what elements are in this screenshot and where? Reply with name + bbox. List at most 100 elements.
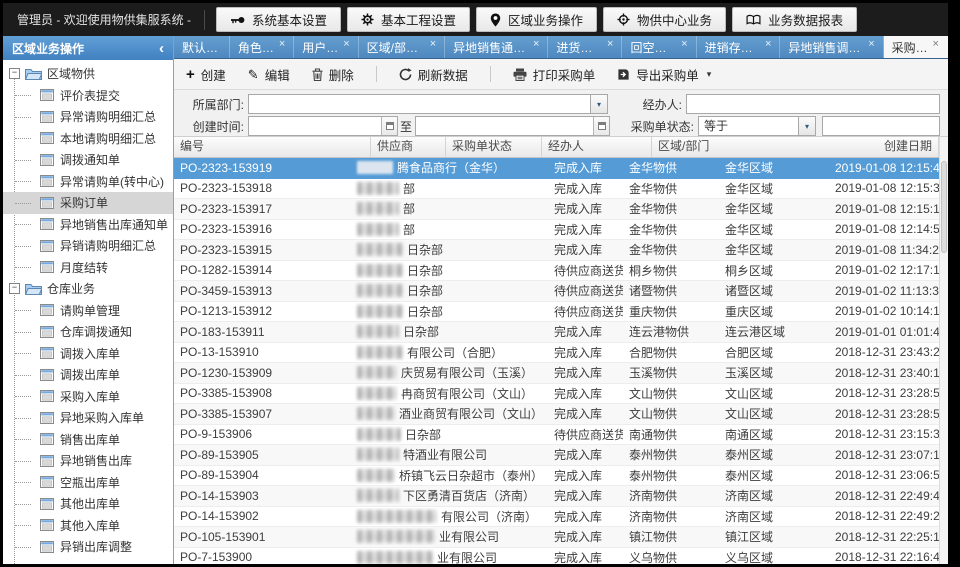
system-settings-button[interactable]: 系统基本设置 xyxy=(216,7,341,32)
table-row[interactable]: PO-89-153905 特酒业有限公司 完成入库 泰州物供 泰州区域 2018… xyxy=(174,445,939,466)
business-reports-button[interactable]: 业务数据报表 xyxy=(732,7,857,32)
table-row[interactable]: PO-1282-153914 日杂部 待供应商送货 桐乡物供 桐乡区域 2019… xyxy=(174,261,939,282)
column-header[interactable]: 供应商 xyxy=(371,137,446,157)
dept-select[interactable]: ▾ xyxy=(248,94,608,114)
operator-cell: 济南物供 xyxy=(623,487,719,504)
table-row[interactable]: PO-105-153901 业有限公司 完成入库 镇江物供 镇江区域 2018-… xyxy=(174,527,939,548)
tree-item[interactable]: − 异地销售出库通知单 xyxy=(3,214,173,236)
close-tab-icon[interactable]: × xyxy=(765,39,771,50)
close-tab-icon[interactable]: × xyxy=(533,39,539,50)
calendar-icon[interactable] xyxy=(381,117,397,135)
table-row[interactable]: PO-3459-153913 日杂部 待供应商送货 诸暨物供 诸暨区域 2019… xyxy=(174,281,939,302)
close-tab-icon[interactable]: × xyxy=(933,39,939,50)
tab[interactable]: 用户管理 × xyxy=(294,36,358,58)
refresh-button[interactable]: 刷新数据 xyxy=(399,65,468,84)
tree-item[interactable]: − 采购订单 xyxy=(3,192,173,214)
tree-item[interactable]: − 空瓶出库单 xyxy=(3,472,173,494)
date-to-field[interactable] xyxy=(415,116,610,136)
table-row[interactable]: PO-14-153903 下区勇清百货店（济南） 完成入库 济南物供 济南区域 … xyxy=(174,486,939,507)
tree-item[interactable]: − 异常请购单(转中心) xyxy=(3,171,173,193)
chevron-down-icon[interactable]: ▾ xyxy=(590,95,607,113)
close-tab-icon[interactable]: × xyxy=(343,39,349,50)
form-icon xyxy=(40,89,54,101)
close-tab-icon[interactable]: × xyxy=(430,39,436,50)
tab[interactable]: 进货汇总表 × xyxy=(548,36,622,58)
scrollbar-thumb[interactable] xyxy=(941,161,947,253)
table-row[interactable]: PO-2323-153915 日杂部 完成入库 金华物供 金华区域 2019-0… xyxy=(174,240,939,261)
tree-item[interactable]: − 异地销售出库 xyxy=(3,450,173,472)
tab[interactable]: 回空汇总表 × xyxy=(622,36,696,58)
column-header[interactable]: 区域/部门 xyxy=(652,137,878,157)
tree-expander-icon[interactable]: − xyxy=(9,68,20,79)
status-operator-select[interactable]: 等于 ▾ xyxy=(698,116,816,136)
table-row[interactable]: PO-2323-153917 部 完成入库 金华物供 金华区域 2019-01-… xyxy=(174,199,939,220)
tree-item[interactable]: − 采购入库单 xyxy=(3,386,173,408)
tree-item[interactable]: − 异销出库调整 xyxy=(3,536,173,558)
close-tab-icon[interactable]: × xyxy=(279,39,285,50)
table-row[interactable]: PO-1230-153909 庆贸易有限公司（玉溪） 完成入库 玉溪物供 玉溪区… xyxy=(174,363,939,384)
column-header[interactable]: 经办人 xyxy=(542,137,652,157)
tree-item[interactable]: − 调拨入库单 xyxy=(3,343,173,365)
tree-item[interactable]: − 异常请购明细汇总 xyxy=(3,106,173,128)
regional-business-button[interactable]: 区域业务操作 xyxy=(476,7,597,32)
table-row[interactable]: PO-3385-153907 酒业商贸有限公司（文山） 完成入库 文山物供 文山… xyxy=(174,404,939,425)
tree-item[interactable]: − 评价表提交 xyxy=(3,85,173,107)
table-row[interactable]: PO-7-153900 业有限公司 完成入库 义乌物供 义乌区域 2018-12… xyxy=(174,548,939,565)
column-header[interactable]: 采购单状态 xyxy=(446,137,542,157)
table-row[interactable]: PO-2323-153918 部 完成入库 金华物供 金华区域 2019-01-… xyxy=(174,179,939,200)
supply-center-button[interactable]: 物供中心业务 xyxy=(603,7,726,32)
tab[interactable]: 默认首页 × xyxy=(174,36,230,58)
tree-item[interactable]: − 本地请购明细汇总 xyxy=(3,128,173,150)
operator-input[interactable] xyxy=(686,94,940,114)
vertical-scrollbar[interactable] xyxy=(939,137,948,564)
table-row[interactable]: PO-3385-153908 冉商贸有限公司（文山） 完成入库 文山物供 文山区… xyxy=(174,384,939,405)
table-row[interactable]: PO-2323-153916 部 完成入库 金华物供 金华区域 2019-01-… xyxy=(174,220,939,241)
tree-item[interactable]: − 请购单管理 xyxy=(3,300,173,322)
tree-item[interactable]: − 月度结转 xyxy=(3,257,173,279)
date-from-input[interactable] xyxy=(249,117,381,135)
tab[interactable]: 异地销售通知明细 × xyxy=(445,36,548,58)
edit-button[interactable]: ✎ 编辑 xyxy=(248,65,290,84)
column-header[interactable]: 创建日期 xyxy=(878,137,939,157)
table-row[interactable]: PO-9-153906 日杂部 待供应商送货 南通物供 南通区域 2018-12… xyxy=(174,425,939,446)
tree-item[interactable]: − 调拨出库单 xyxy=(3,364,173,386)
table-row[interactable]: PO-89-153904 桥镇飞云日杂超市（泰州） 完成入库 泰州物供 泰州区域… xyxy=(174,466,939,487)
date-from-field[interactable] xyxy=(248,116,398,136)
close-tab-icon[interactable]: × xyxy=(868,39,874,50)
close-tab-icon[interactable]: × xyxy=(607,39,613,50)
tab[interactable]: 异地销售调整明细 × xyxy=(780,36,883,58)
tree-item[interactable]: − 其他出库单 xyxy=(3,493,173,515)
table-row[interactable]: PO-1213-153912 日杂部 待供应商送货 重庆物供 重庆区域 2019… xyxy=(174,302,939,323)
tree-item[interactable]: − 仓库业务 xyxy=(3,278,173,300)
close-tab-icon[interactable]: × xyxy=(681,39,687,50)
calendar-icon[interactable] xyxy=(593,117,609,135)
create-button[interactable]: + 创建 xyxy=(186,65,226,84)
tree-item[interactable]: − 调拨通知单 xyxy=(3,149,173,171)
dept-filter-label: 所属部门: xyxy=(182,96,244,113)
tree-item[interactable]: − 仓库调拨通知 xyxy=(3,321,173,343)
status-value-input[interactable] xyxy=(822,116,940,136)
tab[interactable]: 区域/部门管理 × xyxy=(359,36,446,58)
tree-item[interactable]: − 异地采购入库单 xyxy=(3,407,173,429)
base-project-settings-button[interactable]: 基本工程设置 xyxy=(347,7,470,32)
tree-item[interactable]: − 其他入库单 xyxy=(3,515,173,537)
table-row[interactable]: PO-183-153911 日杂部 完成入库 连云港物供 连云港区域 2019-… xyxy=(174,322,939,343)
table-row[interactable]: PO-14-153902 有限公司（济南） 完成入库 济南物供 济南区域 201… xyxy=(174,507,939,528)
table-row[interactable]: PO-2323-153919 腾食品商行（金华） 完成入库 金华物供 金华区域 … xyxy=(174,158,939,179)
tab[interactable]: 采购订单 × xyxy=(884,36,948,58)
tree-item[interactable]: − 区域物供 xyxy=(3,63,173,85)
tab[interactable]: 角色管理 × xyxy=(230,36,294,58)
chevron-down-icon[interactable]: ▾ xyxy=(798,117,815,135)
date-to-input[interactable] xyxy=(416,117,593,135)
tab[interactable]: 进销存汇总表 × xyxy=(697,36,781,58)
tree-item[interactable]: − 销售出库单 xyxy=(3,429,173,451)
table-row[interactable]: PO-13-153910 有限公司（合肥） 完成入库 合肥物供 合肥区域 201… xyxy=(174,343,939,364)
tree-expander-icon[interactable]: − xyxy=(9,283,20,294)
tree-item[interactable]: − 异销请购明细汇总 xyxy=(3,235,173,257)
print-purchase-order-button[interactable]: 打印采购单 xyxy=(513,65,596,84)
delete-button[interactable]: 删除 xyxy=(312,65,354,84)
column-header[interactable]: 编号 xyxy=(174,137,371,157)
supplier-text: 冉商贸有限公司（文山） xyxy=(401,387,533,401)
export-purchase-order-button[interactable]: 导出采购单 ▾ xyxy=(617,65,711,84)
collapse-sidebar-icon[interactable]: ‹ xyxy=(159,41,164,56)
